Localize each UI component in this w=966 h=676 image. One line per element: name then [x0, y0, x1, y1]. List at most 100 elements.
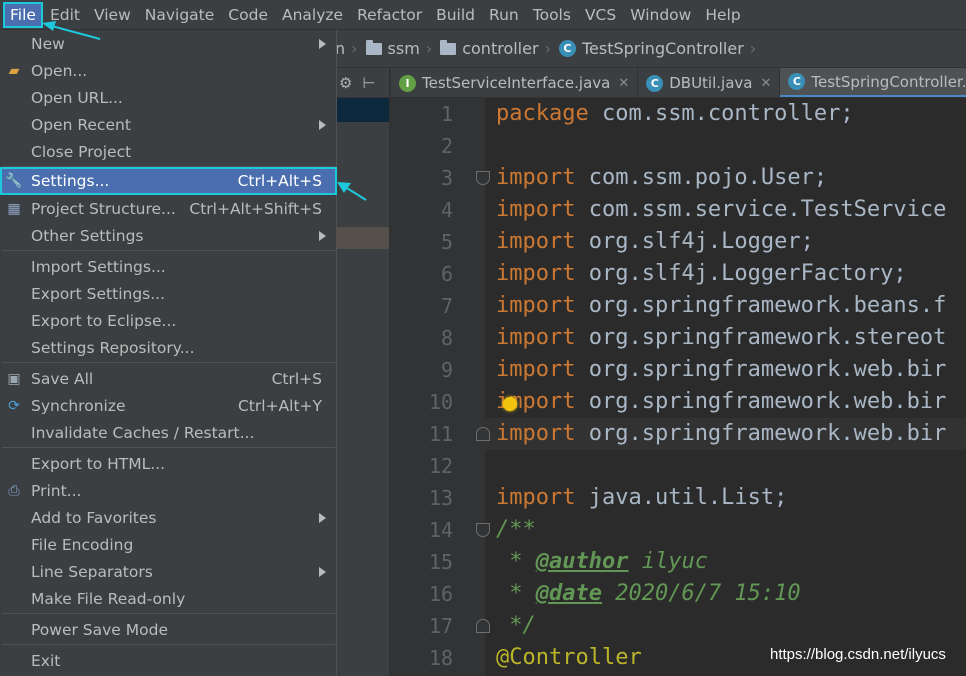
line-number: 3: [440, 166, 453, 190]
menu-item-other-settings[interactable]: Other Settings: [0, 222, 337, 249]
menu-item-new[interactable]: New: [0, 30, 337, 57]
sync-icon: ⟳: [8, 397, 20, 414]
menu-refactor[interactable]: Refactor: [350, 2, 429, 28]
menu-item-print[interactable]: ⎙ Print...: [0, 477, 337, 504]
menu-item-make-readonly[interactable]: Make File Read-only: [0, 585, 337, 612]
line-number: 1: [440, 102, 453, 126]
breadcrumb-item-class[interactable]: C TestSpringController ›: [558, 39, 764, 58]
breadcrumb-item-ssm[interactable]: ssm ›: [365, 39, 441, 58]
menu-run[interactable]: Run: [482, 2, 526, 28]
menu-item-settings-repository[interactable]: Settings Repository...: [0, 334, 337, 361]
menu-item-label: Exit: [31, 651, 61, 670]
menu-item-label: Open URL...: [31, 88, 123, 107]
line-number: 15: [428, 550, 453, 574]
menu-code[interactable]: Code: [221, 2, 275, 28]
menu-item-export-settings[interactable]: Export Settings...: [0, 280, 337, 307]
main-menu-bar: File Edit View Navigate Code Analyze Ref…: [0, 0, 966, 30]
close-icon[interactable]: ✕: [760, 76, 771, 91]
menu-item-label: Print...: [31, 481, 82, 500]
breadcrumb-item-controller[interactable]: controller ›: [440, 39, 559, 58]
menu-edit[interactable]: Edit: [43, 2, 87, 28]
code-line: import org.springframework.web.bir: [496, 357, 947, 382]
menu-item-export-html[interactable]: Export to HTML...: [0, 450, 337, 477]
menu-item-label: Make File Read-only: [31, 589, 186, 608]
folder-icon: [365, 39, 382, 55]
menu-build[interactable]: Build: [429, 2, 482, 28]
breadcrumb-item-partial[interactable]: n ›: [335, 39, 366, 58]
code-line: @Controller: [496, 645, 642, 670]
menu-help[interactable]: Help: [698, 2, 747, 28]
tab-label: TestSpringController.java: [811, 72, 966, 91]
menu-item-label: Open...: [31, 61, 88, 80]
submenu-arrow-icon: [319, 38, 326, 49]
tab-label: DBUtil.java: [669, 74, 753, 92]
menu-item-file-encoding[interactable]: File Encoding: [0, 531, 337, 558]
menu-window[interactable]: Window: [623, 2, 698, 28]
menu-item-export-eclipse[interactable]: Export to Eclipse...: [0, 307, 337, 334]
line-number: 14: [428, 518, 453, 542]
menu-item-settings[interactable]: 🔧 Settings... Ctrl+Alt+S: [0, 167, 337, 195]
menu-item-project-structure[interactable]: ▦ Project Structure... Ctrl+Alt+Shift+S: [0, 195, 337, 222]
menu-view[interactable]: View: [87, 2, 138, 28]
shortcut-label: Ctrl+Alt+Y: [237, 396, 322, 415]
menu-item-invalidate-caches[interactable]: Invalidate Caches / Restart...: [0, 419, 337, 446]
menu-separator: [2, 362, 335, 363]
fold-toggle-icon[interactable]: [476, 619, 490, 633]
menu-item-synchronize[interactable]: ⟳ Synchronize Ctrl+Alt+Y: [0, 392, 337, 419]
line-number: 2: [440, 134, 453, 158]
chevron-right-icon: ›: [351, 39, 358, 58]
tab-test-spring-controller[interactable]: C TestSpringController.java: [780, 68, 966, 97]
fold-toggle-icon[interactable]: [476, 427, 490, 441]
menu-item-label: Import Settings...: [31, 257, 166, 276]
code-line: import org.springframework.web.bir: [496, 421, 947, 446]
menu-item-exit[interactable]: Exit: [0, 647, 337, 674]
tab-test-service-interface[interactable]: I TestServiceInterface.java ✕: [391, 68, 639, 97]
code-line: import com.ssm.pojo.User;: [496, 165, 828, 190]
class-icon: C: [646, 74, 664, 92]
line-number: 8: [440, 326, 453, 350]
chevron-right-icon: ›: [544, 39, 551, 58]
watermark: https://blog.csdn.net/ilyucs: [770, 646, 946, 663]
menu-item-label: Other Settings: [31, 226, 144, 245]
menu-item-open-recent[interactable]: Open Recent: [0, 111, 337, 138]
collapse-icon[interactable]: ⊢: [362, 74, 375, 92]
menu-item-label: Synchronize: [31, 396, 126, 415]
project-tree-highlight[interactable]: [337, 227, 389, 249]
menu-analyze[interactable]: Analyze: [275, 2, 350, 28]
menu-item-save-all[interactable]: ▣ Save All Ctrl+S: [0, 365, 337, 392]
menu-vcs[interactable]: VCS: [578, 2, 623, 28]
fold-toggle-icon[interactable]: [476, 171, 490, 185]
project-tree-selection[interactable]: [337, 98, 389, 122]
gear-icon[interactable]: ⚙: [339, 74, 352, 92]
project-panel: [337, 98, 389, 676]
menu-tools[interactable]: Tools: [526, 2, 578, 28]
close-icon[interactable]: ✕: [618, 76, 629, 91]
fold-toggle-icon[interactable]: [476, 523, 490, 537]
folder-open-icon: ▰: [8, 62, 20, 79]
breadcrumb-label: controller: [462, 39, 539, 58]
menu-item-add-favorites[interactable]: Add to Favorites: [0, 504, 337, 531]
menu-item-open-url[interactable]: Open URL...: [0, 84, 337, 111]
lightbulb-icon[interactable]: [503, 397, 517, 411]
menu-item-open[interactable]: ▰ Open...: [0, 57, 337, 84]
menu-item-import-settings[interactable]: Import Settings...: [0, 253, 337, 280]
menu-item-label: Open Recent: [31, 115, 131, 134]
menu-item-line-separators[interactable]: Line Separators: [0, 558, 337, 585]
breadcrumb: n › ssm › controller › C TestSpringContr…: [335, 30, 966, 68]
menu-file[interactable]: File: [3, 1, 43, 28]
submenu-arrow-icon: [319, 512, 326, 523]
file-menu-dropdown: New ▰ Open... Open URL... Open Recent Cl…: [0, 30, 337, 676]
project-structure-icon: ▦: [7, 200, 21, 217]
line-number: 11: [428, 422, 453, 446]
line-number: 18: [428, 646, 453, 670]
menu-navigate[interactable]: Navigate: [138, 2, 222, 28]
menu-item-power-save-mode[interactable]: Power Save Mode: [0, 616, 337, 643]
code-line: import org.slf4j.Logger;: [496, 229, 814, 254]
submenu-arrow-icon: [319, 566, 326, 577]
tab-dbutil[interactable]: C DBUtil.java ✕: [638, 68, 781, 97]
menu-item-close-project[interactable]: Close Project: [0, 138, 337, 165]
menu-item-label: Export to HTML...: [31, 454, 166, 473]
code-line: * @date 2020/6/7 15:10: [496, 581, 801, 606]
printer-icon: ⎙: [8, 482, 20, 499]
menu-item-label: New: [31, 34, 65, 53]
